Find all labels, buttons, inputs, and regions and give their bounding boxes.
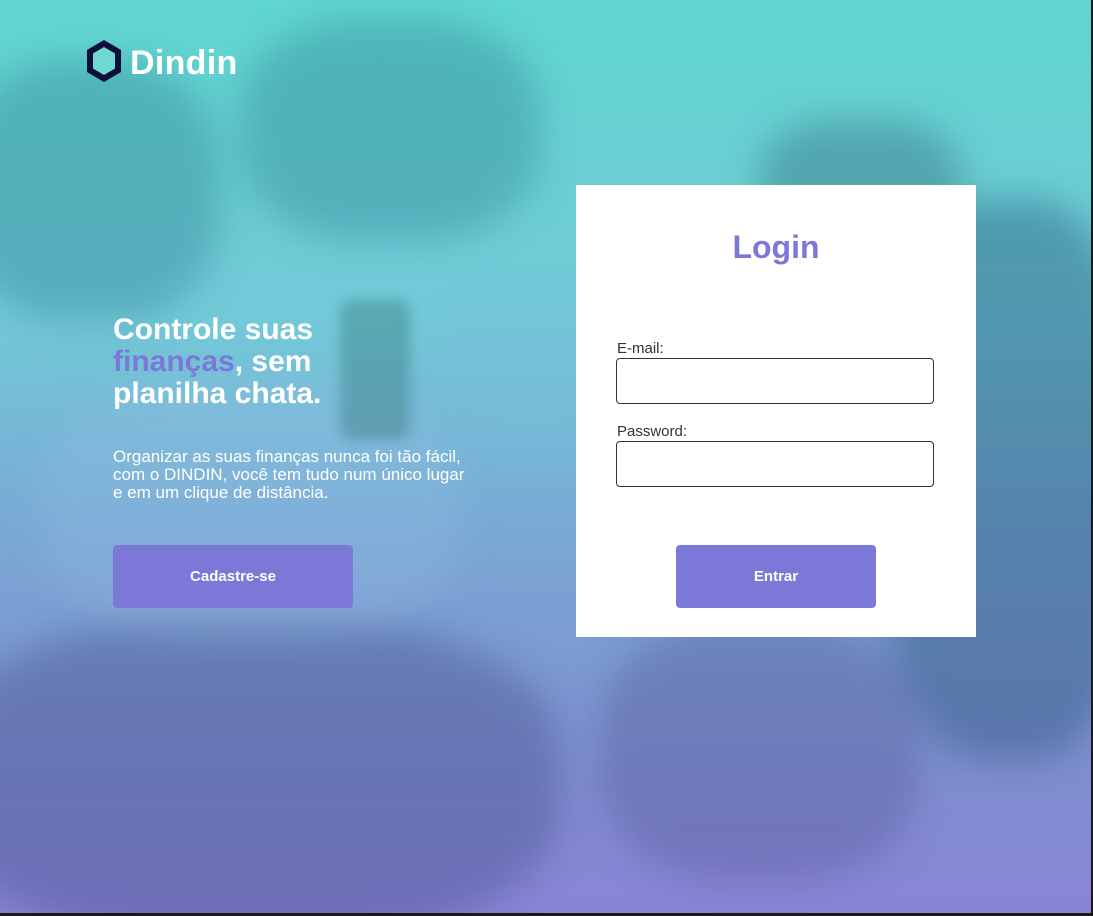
background-photo-blob — [0, 60, 220, 320]
login-submit-button[interactable]: Entrar — [676, 545, 876, 608]
background-photo-blob — [240, 20, 540, 240]
login-title: Login — [732, 229, 820, 265]
hero-headline: Controle suas finanças, sem planilha cha… — [113, 314, 413, 410]
login-card: Login E-mail: Password: Entrar — [576, 185, 976, 637]
background-photo-blob — [0, 620, 560, 913]
login-page: Dindin Controle suas finanças, sem plani… — [0, 0, 1091, 913]
signup-button[interactable]: Cadastre-se — [113, 545, 353, 608]
brand-name: Dindin — [130, 44, 238, 82]
headline-highlight: finanças — [113, 345, 235, 378]
background-photo-blob — [600, 620, 920, 880]
email-label: E-mail: — [617, 340, 664, 357]
password-field[interactable] — [616, 441, 934, 487]
hexagon-logo-icon — [84, 38, 124, 89]
brand-logo[interactable]: Dindin — [84, 38, 238, 89]
email-field[interactable] — [616, 358, 934, 404]
hero-description: Organizar as suas finanças nunca foi tão… — [113, 447, 465, 502]
headline-part1: Controle suas — [113, 313, 314, 346]
password-label: Password: — [617, 423, 688, 440]
